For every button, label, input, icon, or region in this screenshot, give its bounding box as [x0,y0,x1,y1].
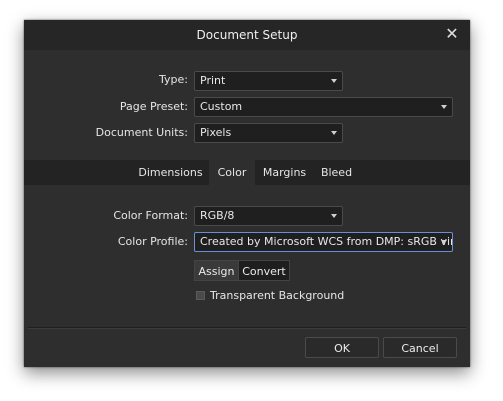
convert-button[interactable]: Convert [238,260,290,281]
chevron-down-icon [331,214,337,218]
assign-button[interactable]: Assign [194,260,239,281]
page-preset-label: Page Preset: [119,100,188,113]
page-preset-select[interactable]: Custom [194,97,453,117]
chevron-down-icon [331,131,337,135]
tab-bar: Dimensions Color Margins Bleed [24,160,470,185]
document-units-label: Document Units: [95,126,188,139]
color-profile-value: Created by Microsoft WCS from DMP: sRGB … [200,235,453,248]
type-select[interactable]: Print [194,71,343,91]
color-format-select[interactable]: RGB/8 [194,206,343,226]
document-setup-dialog: Document Setup ✕ Type: Print Page Preset… [24,20,470,367]
chevron-down-icon [331,79,337,83]
tab-margins[interactable]: Margins [257,160,312,185]
footer-divider [28,327,466,329]
color-profile-label: Color Profile: [117,235,188,248]
close-icon[interactable]: ✕ [442,24,462,44]
page-preset-value: Custom [200,100,243,113]
transparent-background-label: Transparent Background [210,289,345,302]
type-select-value: Print [200,74,226,87]
document-units-value: Pixels [200,126,232,139]
tab-dimensions[interactable]: Dimensions [134,160,207,185]
chevron-down-icon [441,105,447,109]
title-bar: Document Setup ✕ [24,20,470,50]
color-format-value: RGB/8 [200,209,235,222]
ok-button[interactable]: OK [305,337,379,358]
chevron-down-icon [441,240,447,244]
document-units-select[interactable]: Pixels [194,123,343,143]
tab-bleed[interactable]: Bleed [314,160,359,185]
dialog-title: Document Setup [196,28,298,42]
type-label: Type: [159,73,188,86]
transparent-background-checkbox[interactable] [196,291,205,300]
tab-color[interactable]: Color [209,160,255,185]
color-profile-select[interactable]: Created by Microsoft WCS from DMP: sRGB … [194,232,453,252]
color-format-label: Color Format: [113,209,188,222]
cancel-button[interactable]: Cancel [383,337,457,358]
